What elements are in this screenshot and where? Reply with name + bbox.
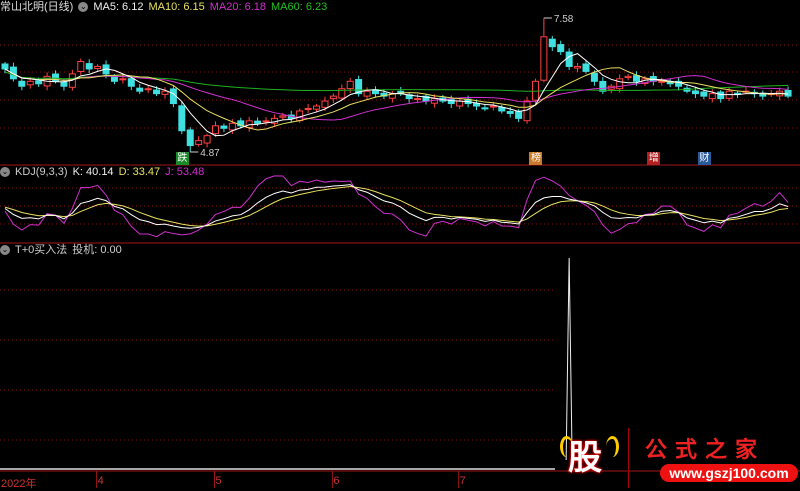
x-axis-label: 6 [333, 475, 340, 487]
candle-body [18, 80, 26, 87]
candle-body [557, 44, 565, 53]
candle-body [633, 75, 640, 82]
kdj-title: KDJ(9,3,3) [15, 166, 68, 178]
candle-body [245, 120, 253, 128]
candle-body [26, 80, 34, 86]
j-value: J: 53.48 [165, 166, 205, 178]
candle-body [717, 91, 725, 100]
logo-icon-text: 股 [568, 438, 602, 478]
candle-body [414, 98, 422, 101]
candle-body [666, 82, 674, 85]
candle-body [506, 111, 514, 114]
x-axis-label: 2022年 [1, 478, 37, 490]
high-label: 7.58 [554, 14, 574, 25]
chevron-down-icon[interactable]: ⌄ [78, 2, 89, 12]
candle-body [220, 125, 228, 129]
candle-body [279, 115, 287, 118]
x-axis-label: 4 [97, 475, 104, 487]
x-axis-label: 7 [459, 475, 466, 487]
candle-body [254, 120, 262, 124]
candle-body [691, 90, 699, 95]
candle-body [153, 89, 161, 95]
candle-body [363, 90, 371, 97]
ma10-value: MA10: 6.15 [148, 1, 205, 13]
candle-body [565, 51, 573, 67]
candle-body [203, 135, 211, 144]
event-marker[interactable]: 增 [647, 152, 661, 165]
candle-body [582, 63, 590, 72]
candle-body [228, 122, 236, 131]
candle-body [574, 65, 582, 69]
candle-body [708, 93, 716, 100]
ma5-value: MA5: 6.12 [93, 1, 144, 13]
low-label: 4.87 [200, 148, 220, 159]
candle-body [110, 75, 118, 82]
price-header: 常山北明(日线) ⌄ MA5: 6.12 MA10: 6.15 MA20: 6.… [0, 0, 327, 14]
candle-body [313, 105, 321, 110]
candle-body [321, 100, 329, 108]
ma20-line [4, 68, 789, 121]
event-marker[interactable]: 跌 [175, 152, 189, 165]
candle-body [60, 81, 68, 87]
event-marker[interactable]: 财 [697, 152, 711, 165]
candle-body [599, 80, 607, 92]
ma60-value: MA60: 6.23 [271, 1, 328, 13]
candle-body [119, 78, 127, 81]
candle-body [304, 107, 312, 110]
ma20-value: MA20: 6.18 [209, 1, 266, 13]
t0-header: ⌄ T+0买入法 投机: 0.00 [0, 243, 122, 257]
watermark-logo: 股 公式之家 www.gszj100.com [560, 428, 800, 488]
candle-body [161, 90, 169, 95]
d-value: D: 33.47 [118, 166, 161, 178]
ma5-line [4, 53, 789, 137]
candle-body [212, 125, 219, 135]
t0-title: T+0买入法 [15, 244, 68, 256]
kdj-header: ⌄ KDJ(9,3,3) K: 40.14 D: 33.47 J: 53.48 [0, 165, 204, 179]
candle-body [262, 120, 270, 123]
t0-value: 投机: 0.00 [72, 244, 122, 256]
candle-body [127, 78, 135, 87]
x-axis-label: 5 [215, 475, 222, 487]
candle-body [35, 80, 43, 85]
candle-body [590, 72, 598, 82]
candle-body [346, 80, 354, 90]
site-name: 公式之家 [645, 437, 766, 463]
candle-body [515, 110, 523, 119]
candle-body [759, 93, 767, 97]
candle-body [94, 65, 102, 70]
candle-body [548, 38, 556, 48]
candle-body [540, 36, 548, 81]
candle-body [77, 61, 85, 72]
candle-body [700, 91, 708, 97]
divider [628, 428, 629, 488]
k-value: K: 40.14 [72, 166, 114, 178]
event-marker[interactable]: 榜 [529, 152, 543, 165]
candle-body [85, 63, 93, 70]
chevron-down-icon[interactable]: ⌄ [0, 245, 10, 255]
candle-body [523, 100, 531, 122]
candle-body [481, 107, 489, 110]
candle-body [136, 87, 144, 92]
candle-body [195, 140, 203, 145]
chevron-down-icon[interactable]: ⌄ [0, 167, 10, 177]
candle-body [784, 90, 792, 97]
candle-body [329, 95, 337, 100]
horn-icon [606, 436, 619, 457]
candle-body [624, 75, 632, 79]
candle-body [1, 63, 9, 70]
candle-body [144, 88, 152, 91]
stock-title: 常山北明(日线) [0, 1, 74, 13]
candle-body [489, 105, 497, 108]
site-url: www.gszj100.com [660, 464, 798, 482]
candle-body [456, 100, 464, 107]
candle-body [616, 78, 624, 90]
candle-body [178, 105, 186, 132]
candle-body [186, 129, 194, 147]
